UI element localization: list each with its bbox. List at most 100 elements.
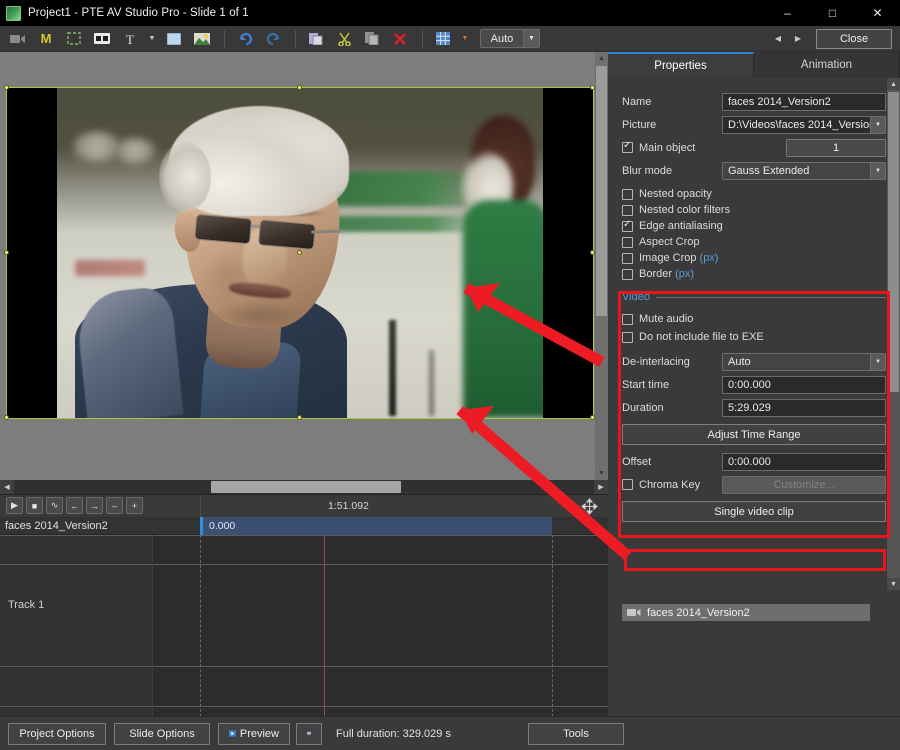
- timeline-ruler[interactable]: 1:51.092: [200, 495, 580, 517]
- grid-dropdown-icon[interactable]: ▼: [458, 28, 472, 50]
- grid-icon[interactable]: [430, 28, 456, 50]
- frame-select-icon[interactable]: [61, 28, 87, 50]
- timeline-tracks[interactable]: Track 1: [0, 535, 608, 717]
- image-crop-checkbox[interactable]: [622, 252, 633, 264]
- timeline-panel: ▶ ■ ∿ ← → – + 1:51.092 faces 2014_Versio…: [0, 494, 608, 717]
- preview-horizontal-scrollbar[interactable]: ◀ ▶: [0, 480, 608, 494]
- nested-opacity-row[interactable]: Nested opacity: [608, 186, 900, 202]
- minimize-button[interactable]: –: [765, 0, 810, 26]
- text-dropdown-icon[interactable]: ▼: [145, 28, 159, 50]
- offset-input[interactable]: 0:00.000: [722, 452, 886, 471]
- maximize-button[interactable]: □: [810, 0, 855, 26]
- nested-color-filters-row[interactable]: Nested color filters: [608, 202, 900, 218]
- resize-handle-bottom-center[interactable]: [297, 415, 302, 420]
- aspect-crop-row[interactable]: Aspect Crop: [608, 234, 900, 250]
- zoom-level-select[interactable]: Auto ▼: [480, 29, 540, 48]
- chevron-down-icon[interactable]: ▼: [870, 162, 885, 179]
- text-tool-icon[interactable]: T: [117, 28, 143, 50]
- paste-icon[interactable]: [303, 28, 329, 50]
- tab-animation[interactable]: Animation: [754, 52, 900, 78]
- resize-handle-center[interactable]: [297, 250, 302, 255]
- border-checkbox[interactable]: [622, 268, 633, 280]
- slide-preview-pane[interactable]: ▲ ▼: [0, 52, 608, 480]
- rectangle-icon[interactable]: [161, 28, 187, 50]
- play-button[interactable]: ▶: [6, 497, 23, 514]
- cut-icon[interactable]: [331, 28, 357, 50]
- letter-m-icon[interactable]: M: [33, 28, 59, 50]
- previous-button[interactable]: ←: [66, 497, 83, 514]
- mute-audio-row[interactable]: Mute audio: [608, 311, 900, 327]
- next-slide-button[interactable]: ▶: [788, 29, 808, 49]
- scrollbar-thumb[interactable]: [596, 66, 607, 316]
- video-camera-icon[interactable]: [5, 28, 31, 50]
- start-time-input[interactable]: 0:00.000: [722, 375, 886, 394]
- timeline-clip[interactable]: 0.000: [200, 517, 552, 535]
- name-input[interactable]: faces 2014_Version2: [722, 92, 886, 111]
- delete-icon[interactable]: [387, 28, 413, 50]
- aspect-crop-checkbox[interactable]: [622, 236, 633, 248]
- scroll-up-icon[interactable]: ▲: [887, 78, 900, 90]
- single-video-clip-button[interactable]: Single video clip: [622, 501, 886, 522]
- resize-handle-top-left[interactable]: [4, 85, 9, 90]
- tools-button[interactable]: Tools: [528, 722, 624, 745]
- resize-handle-top-center[interactable]: [297, 85, 302, 90]
- stop-button[interactable]: ■: [26, 497, 43, 514]
- slide-options-button[interactable]: Slide Options: [114, 722, 210, 745]
- previous-slide-button[interactable]: ◀: [768, 29, 788, 49]
- chevron-down-icon[interactable]: ▼: [523, 30, 539, 47]
- scroll-up-icon[interactable]: ▲: [595, 52, 608, 65]
- image-crop-row[interactable]: Image Crop (px): [608, 250, 900, 266]
- list-item[interactable]: faces 2014_Version2: [622, 604, 870, 621]
- border-row[interactable]: Border (px): [608, 266, 900, 282]
- fullscreen-preview-button[interactable]: [296, 722, 322, 745]
- scrollbar-thumb[interactable]: [211, 481, 401, 493]
- deinterlacing-select[interactable]: Auto ▼: [722, 352, 886, 371]
- main-object-checkbox[interactable]: [622, 140, 633, 153]
- redo-icon[interactable]: [260, 28, 286, 50]
- resize-handle-bottom-left[interactable]: [4, 415, 9, 420]
- scroll-right-icon[interactable]: ▶: [594, 480, 608, 494]
- adjust-time-range-button[interactable]: Adjust Time Range: [622, 424, 886, 445]
- edge-antialiasing-checkbox[interactable]: [622, 219, 633, 232]
- close-button[interactable]: Close: [816, 28, 892, 49]
- toolbar-separator: [295, 29, 296, 48]
- scroll-down-icon[interactable]: ▼: [887, 578, 900, 590]
- blur-mode-select[interactable]: Gauss Extended ▼: [722, 161, 886, 180]
- background-blur-shape: [115, 138, 155, 164]
- picture-select[interactable]: D:\Videos\faces 2014_Version2.m ▼: [722, 115, 886, 134]
- object-box-icon[interactable]: [89, 28, 115, 50]
- background-blur-shape: [73, 132, 121, 162]
- no-exe-row[interactable]: Do not include file to EXE: [608, 329, 900, 345]
- preview-button[interactable]: Preview: [218, 722, 290, 745]
- close-window-button[interactable]: ✕: [855, 0, 900, 26]
- timeline-clip-row[interactable]: faces 2014_Version2 0.000: [0, 517, 608, 535]
- copy-icon[interactable]: [359, 28, 385, 50]
- panel-vertical-scrollbar[interactable]: ▲ ▼: [887, 78, 900, 590]
- tab-properties[interactable]: Properties: [608, 52, 754, 78]
- zoom-in-button[interactable]: +: [126, 497, 143, 514]
- edge-antialiasing-row[interactable]: Edge antialiasing: [608, 218, 900, 234]
- preview-stage[interactable]: [4, 85, 595, 420]
- move-handle-icon[interactable]: [580, 498, 598, 515]
- project-options-button[interactable]: Project Options: [8, 722, 106, 745]
- main-object-number-input[interactable]: 1: [786, 138, 886, 157]
- waveform-button[interactable]: ∿: [46, 497, 63, 514]
- no-exe-checkbox[interactable]: [622, 331, 633, 343]
- undo-icon[interactable]: [232, 28, 258, 50]
- scrollbar-thumb[interactable]: [888, 92, 899, 392]
- chroma-key-checkbox[interactable]: [622, 479, 633, 490]
- chevron-down-icon[interactable]: ▼: [870, 353, 885, 370]
- nested-color-filters-checkbox[interactable]: [622, 204, 633, 216]
- resize-handle-mid-left[interactable]: [4, 250, 9, 255]
- nested-opacity-checkbox[interactable]: [622, 188, 633, 200]
- preview-vertical-scrollbar[interactable]: ▲ ▼: [595, 52, 608, 480]
- scroll-down-icon[interactable]: ▼: [595, 467, 608, 480]
- duration-input[interactable]: 5:29.029: [722, 398, 886, 417]
- image-icon[interactable]: [189, 28, 215, 50]
- mute-audio-checkbox[interactable]: [622, 313, 633, 325]
- scrollbar-track[interactable]: [14, 480, 594, 494]
- chevron-down-icon[interactable]: ▼: [870, 116, 885, 133]
- next-button[interactable]: →: [86, 497, 103, 514]
- zoom-out-button[interactable]: –: [106, 497, 123, 514]
- scroll-left-icon[interactable]: ◀: [0, 480, 14, 494]
